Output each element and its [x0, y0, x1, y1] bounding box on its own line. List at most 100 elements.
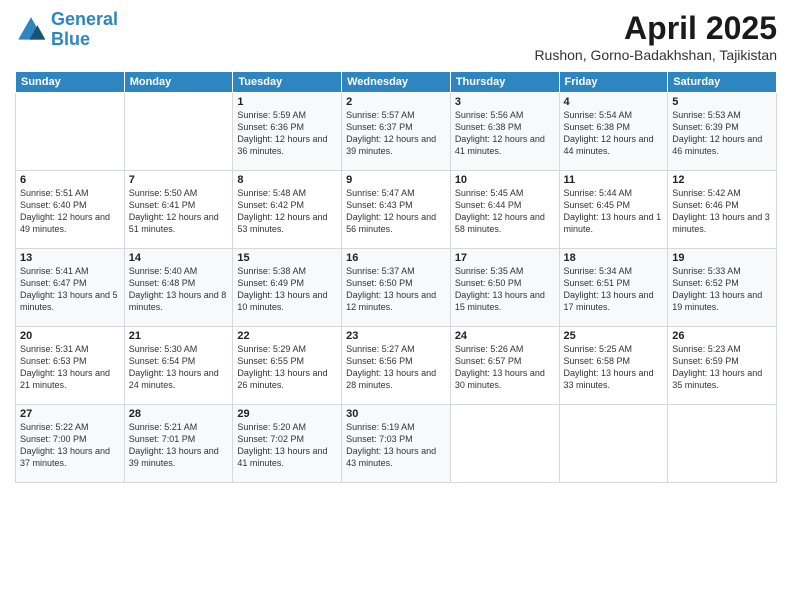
day-detail: Sunrise: 5:30 AM Sunset: 6:54 PM Dayligh…: [129, 343, 229, 392]
day-detail: Sunrise: 5:41 AM Sunset: 6:47 PM Dayligh…: [20, 265, 120, 314]
day-cell: 27Sunrise: 5:22 AM Sunset: 7:00 PM Dayli…: [16, 405, 125, 483]
day-number: 13: [20, 252, 120, 264]
weekday-header-tuesday: Tuesday: [233, 72, 342, 93]
day-detail: Sunrise: 5:50 AM Sunset: 6:41 PM Dayligh…: [129, 187, 229, 236]
day-cell: 21Sunrise: 5:30 AM Sunset: 6:54 PM Dayli…: [124, 327, 233, 405]
day-number: 18: [564, 252, 664, 264]
day-cell: 28Sunrise: 5:21 AM Sunset: 7:01 PM Dayli…: [124, 405, 233, 483]
day-cell: 5Sunrise: 5:53 AM Sunset: 6:39 PM Daylig…: [668, 93, 777, 171]
week-row-2: 6Sunrise: 5:51 AM Sunset: 6:40 PM Daylig…: [16, 171, 777, 249]
logo-text: General Blue: [51, 10, 118, 50]
day-detail: Sunrise: 5:22 AM Sunset: 7:00 PM Dayligh…: [20, 421, 120, 470]
weekday-header-monday: Monday: [124, 72, 233, 93]
day-number: 28: [129, 408, 229, 420]
day-cell: 2Sunrise: 5:57 AM Sunset: 6:37 PM Daylig…: [342, 93, 451, 171]
day-cell: 6Sunrise: 5:51 AM Sunset: 6:40 PM Daylig…: [16, 171, 125, 249]
day-cell: 15Sunrise: 5:38 AM Sunset: 6:49 PM Dayli…: [233, 249, 342, 327]
day-number: 21: [129, 330, 229, 342]
day-number: 6: [20, 174, 120, 186]
day-detail: Sunrise: 5:48 AM Sunset: 6:42 PM Dayligh…: [237, 187, 337, 236]
day-detail: Sunrise: 5:23 AM Sunset: 6:59 PM Dayligh…: [672, 343, 772, 392]
logo-general: General: [51, 9, 118, 29]
day-number: 4: [564, 96, 664, 108]
day-detail: Sunrise: 5:25 AM Sunset: 6:58 PM Dayligh…: [564, 343, 664, 392]
page: General Blue April 2025 Rushon, Gorno-Ba…: [0, 0, 792, 612]
day-number: 17: [455, 252, 555, 264]
day-number: 3: [455, 96, 555, 108]
day-detail: Sunrise: 5:47 AM Sunset: 6:43 PM Dayligh…: [346, 187, 446, 236]
day-detail: Sunrise: 5:40 AM Sunset: 6:48 PM Dayligh…: [129, 265, 229, 314]
logo: General Blue: [15, 10, 118, 50]
day-number: 15: [237, 252, 337, 264]
day-number: 1: [237, 96, 337, 108]
day-detail: Sunrise: 5:27 AM Sunset: 6:56 PM Dayligh…: [346, 343, 446, 392]
logo-blue: Blue: [51, 29, 90, 49]
day-cell: [16, 93, 125, 171]
day-cell: [559, 405, 668, 483]
day-cell: 10Sunrise: 5:45 AM Sunset: 6:44 PM Dayli…: [450, 171, 559, 249]
day-detail: Sunrise: 5:31 AM Sunset: 6:53 PM Dayligh…: [20, 343, 120, 392]
day-detail: Sunrise: 5:20 AM Sunset: 7:02 PM Dayligh…: [237, 421, 337, 470]
day-cell: 22Sunrise: 5:29 AM Sunset: 6:55 PM Dayli…: [233, 327, 342, 405]
day-cell: 1Sunrise: 5:59 AM Sunset: 6:36 PM Daylig…: [233, 93, 342, 171]
logo-icon: [15, 14, 47, 46]
calendar-table: SundayMondayTuesdayWednesdayThursdayFrid…: [15, 71, 777, 483]
day-cell: 12Sunrise: 5:42 AM Sunset: 6:46 PM Dayli…: [668, 171, 777, 249]
day-cell: 11Sunrise: 5:44 AM Sunset: 6:45 PM Dayli…: [559, 171, 668, 249]
day-detail: Sunrise: 5:54 AM Sunset: 6:38 PM Dayligh…: [564, 109, 664, 158]
day-cell: 18Sunrise: 5:34 AM Sunset: 6:51 PM Dayli…: [559, 249, 668, 327]
day-cell: [124, 93, 233, 171]
day-number: 16: [346, 252, 446, 264]
day-number: 30: [346, 408, 446, 420]
weekday-header-friday: Friday: [559, 72, 668, 93]
week-row-1: 1Sunrise: 5:59 AM Sunset: 6:36 PM Daylig…: [16, 93, 777, 171]
week-row-4: 20Sunrise: 5:31 AM Sunset: 6:53 PM Dayli…: [16, 327, 777, 405]
day-number: 26: [672, 330, 772, 342]
day-cell: 16Sunrise: 5:37 AM Sunset: 6:50 PM Dayli…: [342, 249, 451, 327]
day-detail: Sunrise: 5:57 AM Sunset: 6:37 PM Dayligh…: [346, 109, 446, 158]
day-cell: 24Sunrise: 5:26 AM Sunset: 6:57 PM Dayli…: [450, 327, 559, 405]
day-number: 29: [237, 408, 337, 420]
day-detail: Sunrise: 5:45 AM Sunset: 6:44 PM Dayligh…: [455, 187, 555, 236]
day-cell: 3Sunrise: 5:56 AM Sunset: 6:38 PM Daylig…: [450, 93, 559, 171]
day-cell: [668, 405, 777, 483]
day-detail: Sunrise: 5:56 AM Sunset: 6:38 PM Dayligh…: [455, 109, 555, 158]
day-number: 7: [129, 174, 229, 186]
day-detail: Sunrise: 5:26 AM Sunset: 6:57 PM Dayligh…: [455, 343, 555, 392]
day-detail: Sunrise: 5:59 AM Sunset: 6:36 PM Dayligh…: [237, 109, 337, 158]
weekday-header-row: SundayMondayTuesdayWednesdayThursdayFrid…: [16, 72, 777, 93]
day-detail: Sunrise: 5:33 AM Sunset: 6:52 PM Dayligh…: [672, 265, 772, 314]
month-title: April 2025: [534, 10, 777, 47]
day-cell: 13Sunrise: 5:41 AM Sunset: 6:47 PM Dayli…: [16, 249, 125, 327]
day-detail: Sunrise: 5:29 AM Sunset: 6:55 PM Dayligh…: [237, 343, 337, 392]
day-cell: 29Sunrise: 5:20 AM Sunset: 7:02 PM Dayli…: [233, 405, 342, 483]
day-cell: 26Sunrise: 5:23 AM Sunset: 6:59 PM Dayli…: [668, 327, 777, 405]
day-cell: 9Sunrise: 5:47 AM Sunset: 6:43 PM Daylig…: [342, 171, 451, 249]
day-number: 2: [346, 96, 446, 108]
title-block: April 2025 Rushon, Gorno-Badakhshan, Taj…: [534, 10, 777, 63]
weekday-header-sunday: Sunday: [16, 72, 125, 93]
day-number: 19: [672, 252, 772, 264]
day-detail: Sunrise: 5:53 AM Sunset: 6:39 PM Dayligh…: [672, 109, 772, 158]
day-detail: Sunrise: 5:35 AM Sunset: 6:50 PM Dayligh…: [455, 265, 555, 314]
day-cell: 25Sunrise: 5:25 AM Sunset: 6:58 PM Dayli…: [559, 327, 668, 405]
day-cell: 7Sunrise: 5:50 AM Sunset: 6:41 PM Daylig…: [124, 171, 233, 249]
weekday-header-wednesday: Wednesday: [342, 72, 451, 93]
weekday-header-thursday: Thursday: [450, 72, 559, 93]
day-cell: 17Sunrise: 5:35 AM Sunset: 6:50 PM Dayli…: [450, 249, 559, 327]
day-cell: 14Sunrise: 5:40 AM Sunset: 6:48 PM Dayli…: [124, 249, 233, 327]
day-number: 27: [20, 408, 120, 420]
day-detail: Sunrise: 5:44 AM Sunset: 6:45 PM Dayligh…: [564, 187, 664, 236]
day-number: 25: [564, 330, 664, 342]
day-detail: Sunrise: 5:34 AM Sunset: 6:51 PM Dayligh…: [564, 265, 664, 314]
day-detail: Sunrise: 5:37 AM Sunset: 6:50 PM Dayligh…: [346, 265, 446, 314]
day-cell: 19Sunrise: 5:33 AM Sunset: 6:52 PM Dayli…: [668, 249, 777, 327]
day-cell: 4Sunrise: 5:54 AM Sunset: 6:38 PM Daylig…: [559, 93, 668, 171]
day-cell: 20Sunrise: 5:31 AM Sunset: 6:53 PM Dayli…: [16, 327, 125, 405]
day-cell: 8Sunrise: 5:48 AM Sunset: 6:42 PM Daylig…: [233, 171, 342, 249]
header: General Blue April 2025 Rushon, Gorno-Ba…: [15, 10, 777, 63]
day-number: 8: [237, 174, 337, 186]
day-number: 23: [346, 330, 446, 342]
day-detail: Sunrise: 5:42 AM Sunset: 6:46 PM Dayligh…: [672, 187, 772, 236]
day-number: 14: [129, 252, 229, 264]
